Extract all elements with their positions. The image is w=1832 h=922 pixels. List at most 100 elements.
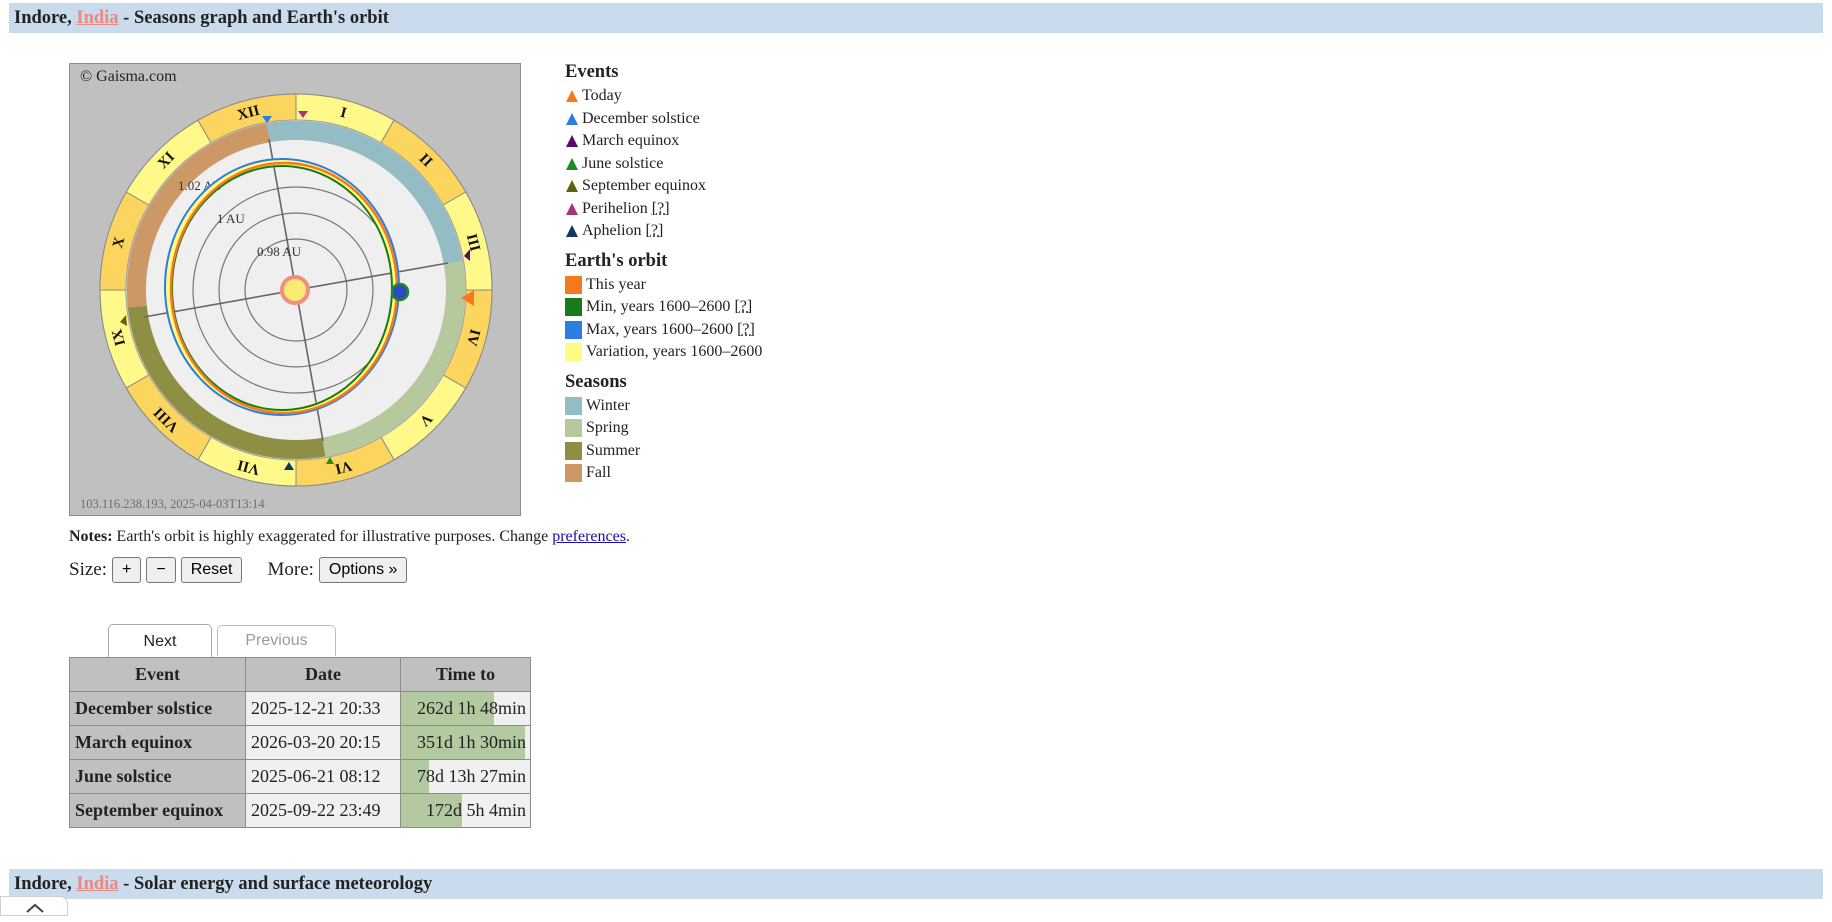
legend-item-december-solstice: December solstice <box>565 108 762 131</box>
options-button[interactable]: Options » <box>318 557 408 583</box>
ip-timestamp: 103.116.238.193, 2025-04-03T13:14 <box>80 497 265 511</box>
max-help-link[interactable]: [?] <box>737 319 755 342</box>
triangle-icon <box>566 202 578 215</box>
legend-label: June solstice <box>582 154 664 172</box>
notes-end: . <box>625 528 630 545</box>
legend-orbit: Earth's orbit This year Min, years 1600–… <box>565 251 762 364</box>
event-cell: March equinox <box>69 725 246 760</box>
chevron-up-icon <box>26 903 44 913</box>
legend-item-variation: Variation, years 1600–2600 <box>565 341 762 364</box>
col-header-event: Event <box>69 657 246 692</box>
tab-next[interactable]: Next <box>108 624 212 659</box>
scroll-to-top-button[interactable] <box>0 896 68 916</box>
color-swatch <box>565 298 582 317</box>
triangle-icon <box>566 135 578 148</box>
color-swatch <box>565 441 582 460</box>
legend-label: September equinox <box>582 177 706 194</box>
seasons-graph: 1.02 AU 1 AU 0.98 AU I II III IV V VI VII VIII I… <box>69 63 521 516</box>
header-city: Indore <box>14 874 68 894</box>
color-swatch <box>565 464 582 483</box>
legend: Events Today December solstice March equ… <box>565 62 762 493</box>
time-to-cell: 351d 1h 30min <box>400 725 531 760</box>
time-to-cell: 262d 1h 48min <box>400 691 531 726</box>
notes: Notes: Earth's orbit is highly exaggerat… <box>69 528 630 546</box>
aphelion-help-link[interactable]: [?] <box>646 220 664 243</box>
triangle-icon <box>566 225 578 238</box>
color-swatch <box>565 320 582 339</box>
triangle-icon <box>566 90 578 103</box>
legend-item-summer: Summer <box>565 440 762 463</box>
legend-item-today: Today <box>565 85 762 108</box>
legend-item-march-equinox: March equinox <box>565 130 762 153</box>
legend-item-june-solstice: June solstice <box>565 153 762 176</box>
size-decrease-button[interactable]: − <box>146 557 176 583</box>
legend-label: This year <box>586 275 646 293</box>
header-title: - Seasons graph and Earth's orbit <box>118 8 389 28</box>
col-header-date: Date <box>245 657 401 692</box>
legend-label: Today <box>582 87 622 104</box>
section-header-seasons: Indore, India - Seasons graph and Earth'… <box>9 3 1823 33</box>
legend-label: Variation, years 1600–2600 <box>586 343 763 360</box>
color-swatch <box>565 343 582 362</box>
legend-label: Aphelion <box>582 222 642 239</box>
triangle-icon <box>566 157 578 170</box>
legend-orbit-title: Earth's orbit <box>565 250 668 271</box>
time-to-text: 262d 1h 48min <box>416 698 526 718</box>
time-to-cell: 172d 5h 4min <box>400 793 531 828</box>
table-row: December solstice 2025-12-21 20:33 262d 1h… <box>69 691 531 726</box>
header-city: Indore <box>14 8 68 28</box>
country-link[interactable]: India <box>76 874 118 894</box>
table-header-row: Event Date Time to <box>69 657 531 692</box>
perihelion-help-link[interactable]: [?] <box>652 198 670 221</box>
legend-item-aphelion: Aphelion [?] <box>565 220 762 243</box>
copyright-text: © Gaisma.com <box>80 68 177 85</box>
sun-icon <box>280 275 310 305</box>
legend-label: Perihelion <box>582 199 648 217</box>
event-cell: December solstice <box>69 691 246 726</box>
legend-label: Summer <box>586 441 641 459</box>
legend-item-september-equinox: September equinox <box>565 175 762 198</box>
legend-seasons: Seasons Winter Spring Summer Fall <box>565 372 762 485</box>
au-label-middle: 1 AU <box>217 211 245 226</box>
legend-item-spring: Spring <box>565 417 762 440</box>
events-table: Event Date Time to December solstice 2025… <box>69 657 531 828</box>
more-label: More: <box>267 559 314 580</box>
legend-item-max: Max, years 1600–2600 [?] <box>565 319 762 342</box>
legend-label: March equinox <box>582 132 680 149</box>
legend-label: December solstice <box>582 109 700 127</box>
date-cell: 2025-12-21 20:33 <box>245 691 401 726</box>
size-increase-button[interactable]: + <box>112 557 142 583</box>
date-cell: 2026-03-20 20:15 <box>245 725 401 760</box>
legend-events-title: Events <box>565 62 619 82</box>
time-to-text: 351d 1h 30min <box>416 732 526 752</box>
country-link[interactable]: India <box>76 8 118 28</box>
legend-label: Winter <box>586 396 630 414</box>
header-title: - Solar energy and surface meteorology <box>118 874 433 894</box>
event-cell: September equinox <box>69 793 246 828</box>
color-swatch <box>565 275 582 294</box>
time-to-cell: 78d 13h 27min <box>400 759 531 794</box>
legend-events: Events Today December solstice March equ… <box>565 62 762 243</box>
legend-label: Fall <box>586 464 611 481</box>
legend-item-min: Min, years 1600–2600 [?] <box>565 296 762 319</box>
legend-label: Min, years 1600–2600 <box>586 298 731 315</box>
tab-previous[interactable]: Previous <box>217 625 336 656</box>
notes-text: Earth's orbit is highly exaggerated for … <box>112 528 553 545</box>
legend-label: Max, years 1600–2600 <box>586 320 734 338</box>
size-label: Size: <box>69 559 107 580</box>
legend-item-fall: Fall <box>565 462 762 485</box>
size-reset-button[interactable]: Reset <box>180 557 243 583</box>
notes-label: Notes: <box>69 528 113 545</box>
triangle-icon <box>566 180 578 193</box>
preferences-link[interactable]: preferences <box>552 528 626 545</box>
legend-item-this-year: This year <box>565 274 762 297</box>
min-help-link[interactable]: [?] <box>734 296 752 319</box>
table-row: September equinox 2025-09-22 23:49 172d 5h… <box>69 793 531 828</box>
time-to-text: 78d 13h 27min <box>416 766 526 786</box>
date-cell: 2025-09-22 23:49 <box>245 793 401 828</box>
legend-item-winter: Winter <box>565 395 762 418</box>
table-row: March equinox 2026-03-20 20:15 351d 1h 30m… <box>69 725 531 760</box>
date-cell: 2025-06-21 08:12 <box>245 759 401 794</box>
legend-seasons-title: Seasons <box>565 371 627 392</box>
event-tabs: Next Previous <box>108 624 336 659</box>
